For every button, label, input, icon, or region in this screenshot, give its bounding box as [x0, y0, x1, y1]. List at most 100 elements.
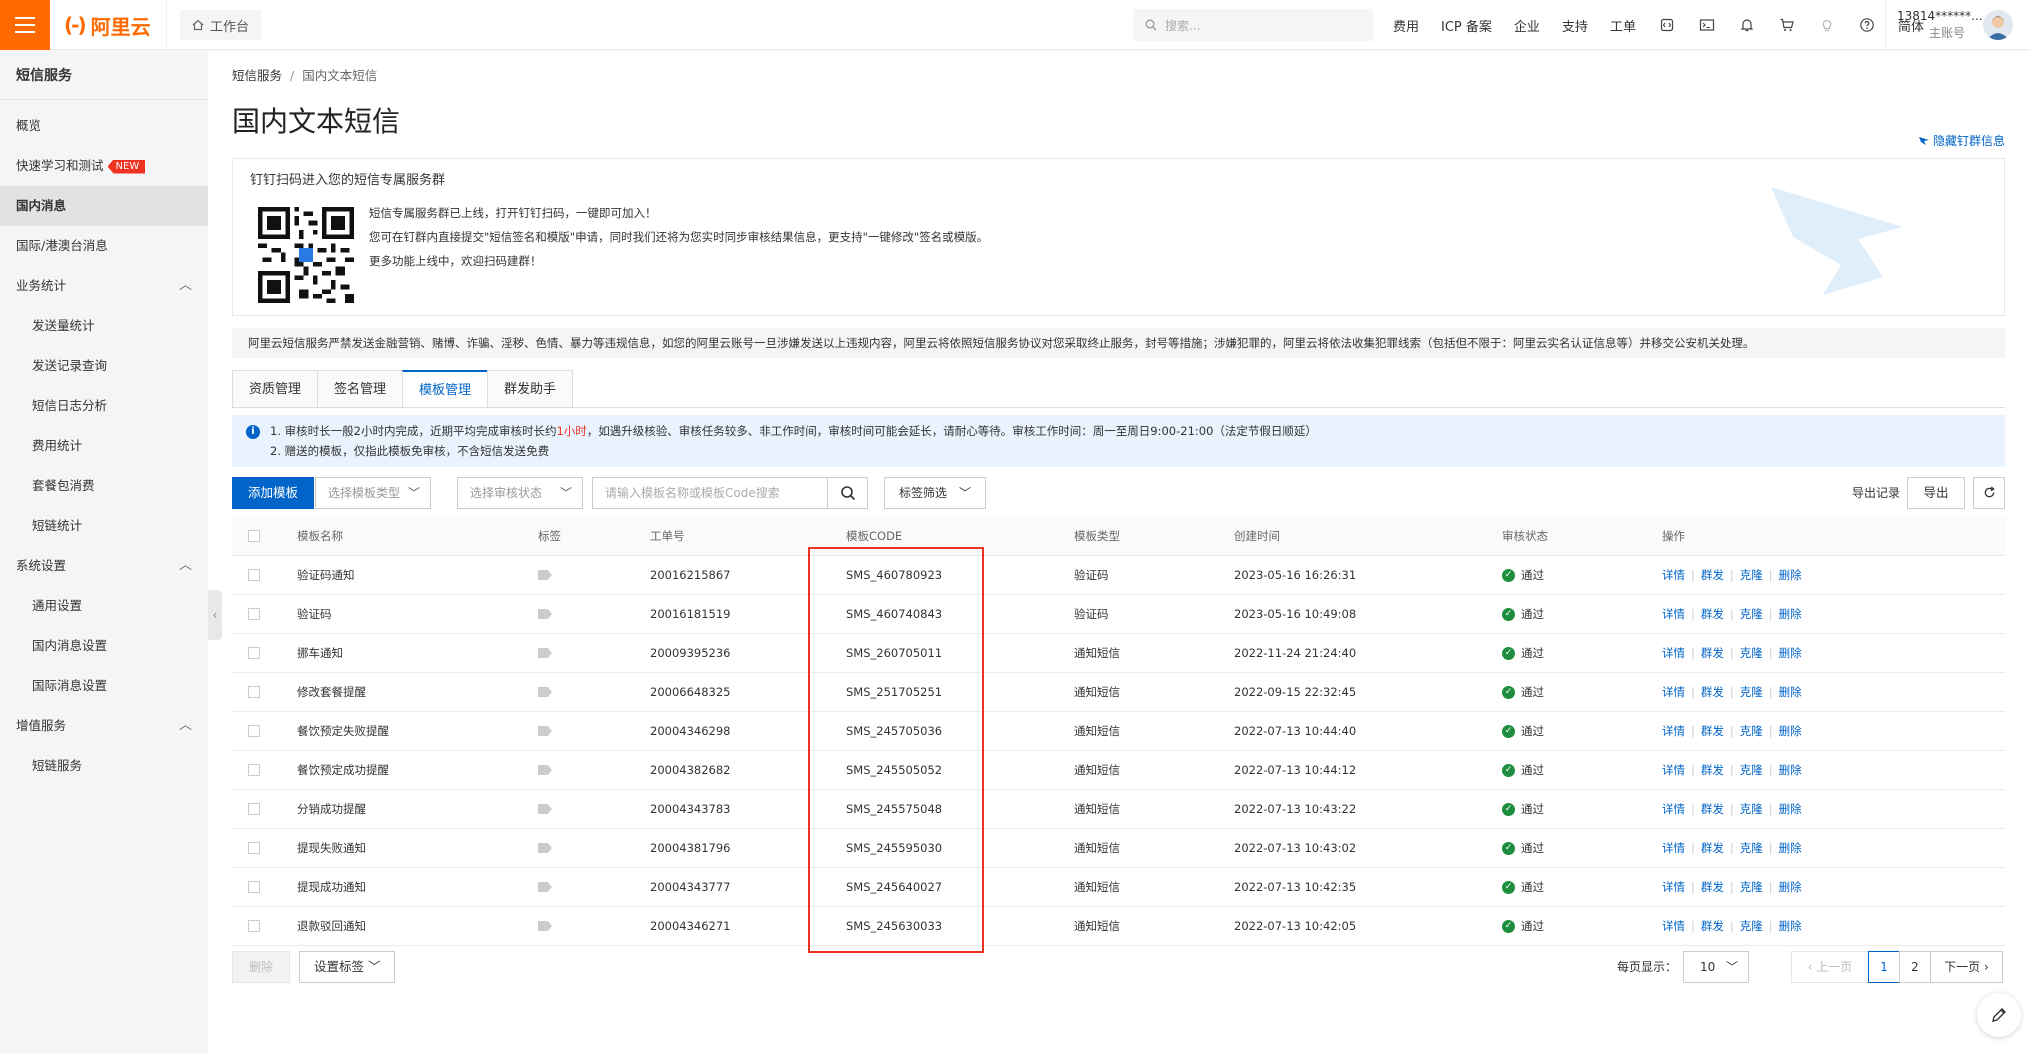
breadcrumb-root[interactable]: 短信服务	[232, 68, 282, 83]
add-template-button[interactable]: 添加模板	[232, 477, 315, 509]
hide-group-info-link[interactable]: 隐藏钉群信息	[1918, 132, 2005, 149]
detail-link[interactable]: 详情	[1662, 880, 1685, 894]
sidebar-item-general-settings[interactable]: 通用设置	[0, 586, 208, 626]
top-link-ticket[interactable]: 工单	[1610, 16, 1636, 35]
bulk-send-link[interactable]: 群发	[1701, 919, 1724, 933]
bulk-send-link[interactable]: 群发	[1701, 685, 1724, 699]
delete-link[interactable]: 删除	[1779, 841, 1802, 855]
feedback-edit-button[interactable]	[1977, 993, 2021, 1037]
tag-icon[interactable]	[538, 648, 552, 658]
detail-link[interactable]: 详情	[1662, 841, 1685, 855]
help-icon[interactable]	[1858, 16, 1876, 34]
bulk-send-link[interactable]: 群发	[1701, 841, 1724, 855]
row-checkbox[interactable]	[248, 647, 260, 659]
export-records-link[interactable]: 导出记录	[1852, 477, 1900, 509]
batch-delete-button[interactable]: 删除	[232, 951, 290, 983]
page-size-select[interactable]: 10 ﹀	[1683, 951, 1749, 983]
row-checkbox[interactable]	[248, 881, 260, 893]
clone-link[interactable]: 克隆	[1740, 646, 1763, 660]
tag-icon[interactable]	[538, 609, 552, 619]
detail-link[interactable]: 详情	[1662, 802, 1685, 816]
bulk-send-link[interactable]: 群发	[1701, 568, 1724, 582]
row-checkbox[interactable]	[248, 725, 260, 737]
tag-icon[interactable]	[538, 804, 552, 814]
tag-icon[interactable]	[538, 726, 552, 736]
aliyun-logo[interactable]: (-) 阿里云	[64, 13, 151, 39]
sidebar-item-international-settings[interactable]: 国际消息设置	[0, 666, 208, 706]
detail-link[interactable]: 详情	[1662, 607, 1685, 621]
tab-signature[interactable]: 签名管理	[317, 370, 403, 408]
detail-link[interactable]: 详情	[1662, 763, 1685, 777]
clone-link[interactable]: 克隆	[1740, 763, 1763, 777]
tab-template[interactable]: 模板管理	[402, 370, 488, 408]
next-page-button[interactable]: 下一页 ›	[1930, 951, 2003, 983]
row-checkbox[interactable]	[248, 920, 260, 932]
top-link-icp[interactable]: ICP 备案	[1441, 16, 1492, 35]
bell-icon[interactable]	[1738, 16, 1756, 34]
delete-link[interactable]: 删除	[1779, 802, 1802, 816]
clone-link[interactable]: 克隆	[1740, 802, 1763, 816]
select-all-checkbox[interactable]	[248, 530, 260, 543]
sidebar-item-quick-start[interactable]: 快速学习和测试 NEW	[0, 146, 208, 186]
bulk-send-link[interactable]: 群发	[1701, 724, 1724, 738]
sidebar-item-send-records[interactable]: 发送记录查询	[0, 346, 208, 386]
bulk-send-link[interactable]: 群发	[1701, 646, 1724, 660]
delete-link[interactable]: 删除	[1779, 685, 1802, 699]
clone-link[interactable]: 克隆	[1740, 841, 1763, 855]
tab-qualification[interactable]: 资质管理	[232, 370, 318, 408]
tag-icon[interactable]	[538, 570, 552, 580]
review-status-select[interactable]: 选择审核状态 ﹀	[457, 477, 583, 509]
detail-link[interactable]: 详情	[1662, 568, 1685, 582]
detail-link[interactable]: 详情	[1662, 646, 1685, 660]
detail-link[interactable]: 详情	[1662, 685, 1685, 699]
page-2-button[interactable]: 2	[1899, 951, 1931, 983]
tag-icon[interactable]	[538, 843, 552, 853]
account-menu[interactable]: 13814******... 主账号	[1897, 8, 1983, 42]
sidebar-collapse-handle[interactable]: ‹	[208, 590, 222, 640]
page-1-button[interactable]: 1	[1868, 951, 1900, 983]
delete-link[interactable]: 删除	[1779, 919, 1802, 933]
row-checkbox[interactable]	[248, 842, 260, 854]
sidebar-item-shortlink-stats[interactable]: 短链统计	[0, 506, 208, 546]
cart-icon[interactable]	[1778, 16, 1796, 34]
sidebar-item-package-usage[interactable]: 套餐包消费	[0, 466, 208, 506]
template-type-select[interactable]: 选择模板类型 ﹀	[315, 477, 431, 509]
clone-link[interactable]: 克隆	[1740, 607, 1763, 621]
tag-icon[interactable]	[538, 921, 552, 931]
detail-link[interactable]: 详情	[1662, 724, 1685, 738]
delete-link[interactable]: 删除	[1779, 646, 1802, 660]
sidebar-item-shortlink-service[interactable]: 短链服务	[0, 746, 208, 786]
bulk-send-link[interactable]: 群发	[1701, 880, 1724, 894]
top-link-support[interactable]: 支持	[1562, 16, 1588, 35]
top-link-billing[interactable]: 费用	[1393, 16, 1419, 35]
clone-link[interactable]: 克隆	[1740, 880, 1763, 894]
sidebar-item-log-analysis[interactable]: 短信日志分析	[0, 386, 208, 426]
sidebar-item-international-message[interactable]: 国际/港澳台消息	[0, 226, 208, 266]
sidebar-group-system-settings[interactable]: 系统设置 ︿	[0, 546, 208, 586]
code-icon[interactable]	[1658, 16, 1676, 34]
tag-icon[interactable]	[538, 882, 552, 892]
row-checkbox[interactable]	[248, 608, 260, 620]
sidebar-group-value-added[interactable]: 增值服务 ︿	[0, 706, 208, 746]
bulk-send-link[interactable]: 群发	[1701, 763, 1724, 777]
terminal-icon[interactable]	[1698, 16, 1716, 34]
tab-bulk-send[interactable]: 群发助手	[487, 370, 574, 408]
clone-link[interactable]: 克隆	[1740, 568, 1763, 582]
clone-link[interactable]: 克隆	[1740, 685, 1763, 699]
sidebar-group-business-stats[interactable]: 业务统计 ︿	[0, 266, 208, 306]
delete-link[interactable]: 删除	[1779, 763, 1802, 777]
row-checkbox[interactable]	[248, 686, 260, 698]
global-search-input[interactable]: 搜索...	[1133, 9, 1373, 41]
prev-page-button[interactable]: ‹ 上一页	[1791, 951, 1869, 983]
tag-icon[interactable]	[538, 687, 552, 697]
export-button[interactable]: 导出	[1907, 477, 1965, 509]
bulk-send-link[interactable]: 群发	[1701, 607, 1724, 621]
set-tag-button[interactable]: 设置标签 ﹀	[299, 951, 395, 983]
clone-link[interactable]: 克隆	[1740, 919, 1763, 933]
delete-link[interactable]: 删除	[1779, 880, 1802, 894]
tag-filter-button[interactable]: 标签筛选 ﹀	[884, 477, 986, 509]
delete-link[interactable]: 删除	[1779, 568, 1802, 582]
clone-link[interactable]: 克隆	[1740, 724, 1763, 738]
search-button[interactable]	[828, 477, 868, 509]
row-checkbox[interactable]	[248, 803, 260, 815]
